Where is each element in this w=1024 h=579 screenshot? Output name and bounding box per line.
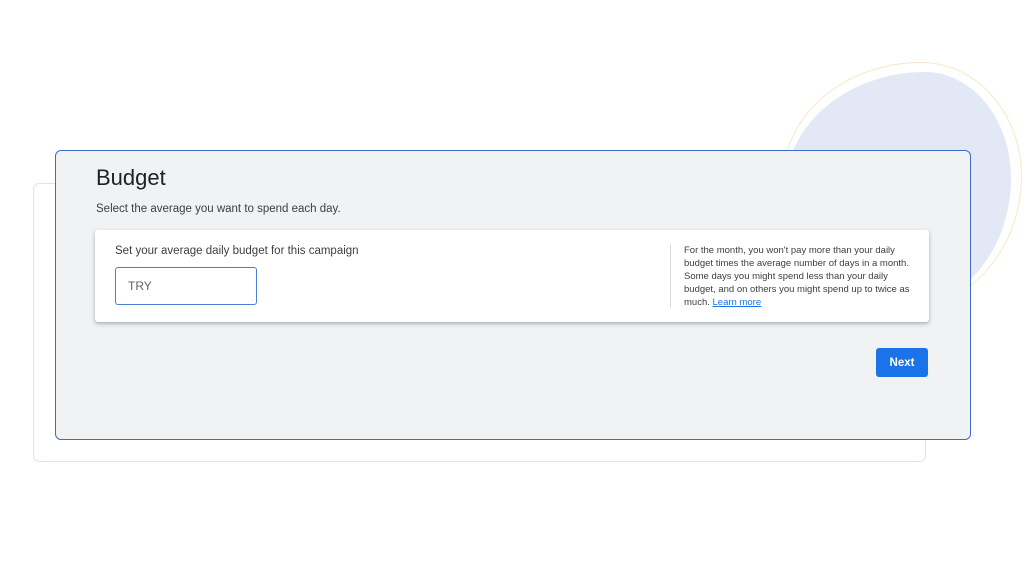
next-button[interactable]: Next <box>876 348 928 377</box>
budget-field-label: Set your average daily budget for this c… <box>115 245 359 257</box>
budget-card: Budget Select the average you want to sp… <box>55 150 971 440</box>
daily-budget-input[interactable] <box>115 267 257 305</box>
budget-panel: Set your average daily budget for this c… <box>95 230 929 322</box>
page-subtitle: Select the average you want to spend eac… <box>96 203 341 215</box>
page-title: Budget <box>96 165 166 190</box>
page: Budget Select the average you want to sp… <box>0 0 1024 579</box>
panel-divider <box>670 244 671 308</box>
budget-help-text: For the month, you won't pay more than y… <box>684 244 914 309</box>
learn-more-link[interactable]: Learn more <box>713 297 762 308</box>
